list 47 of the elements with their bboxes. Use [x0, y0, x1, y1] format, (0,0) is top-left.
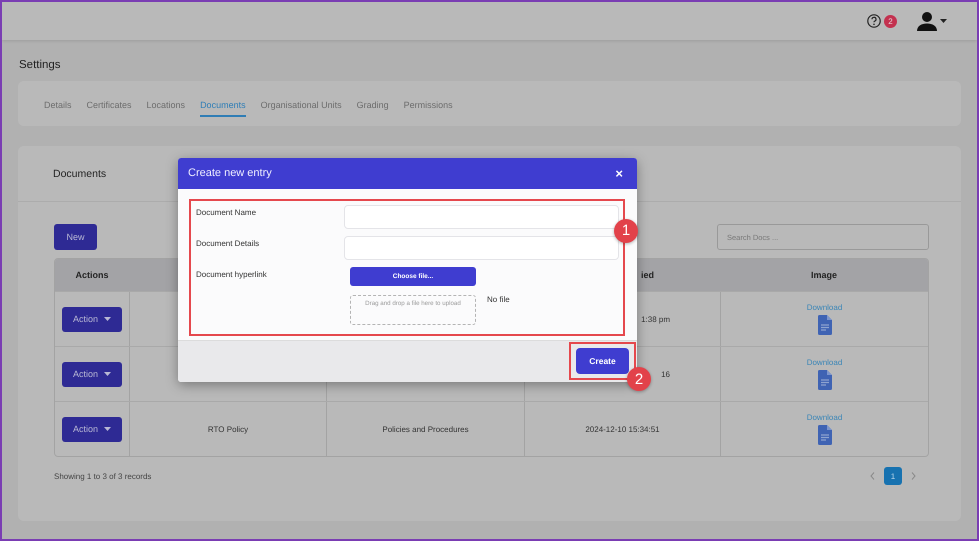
document-icon: [818, 315, 832, 335]
column-header: ied: [640, 270, 654, 280]
tab[interactable]: Certificates: [86, 94, 132, 116]
card-title: Documents: [53, 168, 106, 180]
column-header: Actions: [75, 270, 108, 280]
table-cell: 1:38 pm: [641, 314, 670, 324]
table-cell: 2024-12-10 15:34:51: [585, 424, 660, 434]
tab[interactable]: Permissions: [404, 94, 453, 116]
new-button[interactable]: New: [54, 224, 97, 250]
document-icon: [818, 370, 832, 390]
field-label: Document Name: [196, 206, 258, 217]
input-field[interactable]: [344, 236, 619, 260]
page-title: Settings: [19, 59, 61, 71]
tab[interactable]: Documents: [200, 94, 246, 116]
table-cell: RTO Policy: [208, 424, 248, 434]
caret-icon: [104, 317, 111, 321]
page-button[interactable]: 1: [884, 467, 902, 485]
previous-page-icon[interactable]: [870, 472, 875, 480]
tab[interactable]: Details: [44, 94, 72, 116]
tab[interactable]: Organisational Units: [260, 94, 342, 116]
tab[interactable]: Grading: [356, 94, 389, 116]
user-icon[interactable]: [917, 12, 937, 30]
table-cell: Policies and Procedures: [382, 424, 469, 434]
next-page-icon[interactable]: [911, 472, 916, 480]
action-button[interactable]: Action: [62, 362, 122, 386]
download-link[interactable]: Download: [806, 303, 842, 312]
action-button[interactable]: Action: [62, 416, 122, 442]
action-button[interactable]: Action: [62, 306, 122, 332]
caret-icon: [104, 427, 111, 431]
field-label: Document hyperlink: [196, 268, 268, 279]
download-link[interactable]: Download: [806, 358, 842, 367]
help-icon[interactable]: [867, 14, 881, 28]
dialog-title: Create new entry: [188, 167, 272, 180]
table-cell: 16: [661, 370, 670, 378]
caret-icon: [940, 19, 947, 23]
records-summary: Showing 1 to 3 of 3 records: [54, 472, 152, 480]
column-header: Image: [810, 270, 837, 280]
field-label: Document Details: [196, 238, 260, 248]
close-button[interactable]: ×: [613, 166, 625, 181]
notification-badge: 2: [884, 14, 897, 28]
create-button[interactable]: Create: [576, 348, 629, 374]
download-link[interactable]: Download: [806, 413, 842, 422]
input-field[interactable]: [344, 204, 619, 229]
tab[interactable]: Locations: [146, 94, 186, 116]
document-icon: [818, 425, 832, 445]
file-status: No file: [487, 295, 510, 304]
caret-icon: [104, 372, 111, 376]
